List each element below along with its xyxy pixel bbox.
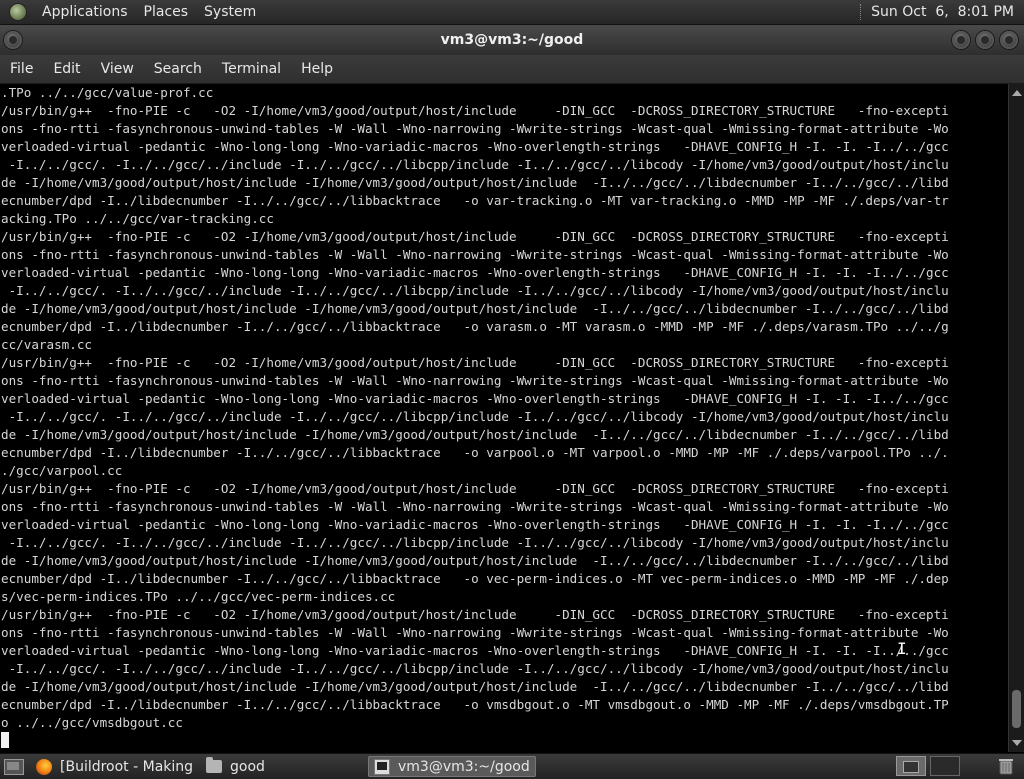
terminal-line: verloaded-virtual -pedantic -Wno-long-lo… [1, 139, 949, 154]
applications-menu[interactable]: Applications [34, 0, 136, 24]
window-titlebar[interactable]: vm3@vm3:~/good [0, 25, 1024, 55]
menu-edit[interactable]: Edit [43, 55, 90, 83]
terminal-line: -I../../gcc/. -I../../gcc/../include -I.… [1, 157, 949, 172]
clock[interactable]: Sun Oct 6, 8:01 PM [860, 4, 1024, 20]
mouse-ibeam-cursor: Ι [897, 639, 907, 658]
terminal-line: /usr/bin/g++ -fno-PIE -c -O2 -I/home/vm3… [1, 481, 949, 496]
system-menu[interactable]: System [196, 0, 264, 24]
terminal-scrollbar[interactable] [1008, 84, 1024, 752]
terminal-line: verloaded-virtual -pedantic -Wno-long-lo… [1, 391, 949, 406]
terminal-line: ons -fno-rtti -fasynchronous-unwind-tabl… [1, 373, 949, 388]
terminal-line: /usr/bin/g++ -fno-PIE -c -O2 -I/home/vm3… [1, 607, 949, 622]
terminal-line: ecnumber/dpd -I../libdecnumber -I../../g… [1, 319, 949, 334]
terminal-line: de -I/home/vm3/good/output/host/include … [1, 175, 949, 190]
terminal-line: de -I/home/vm3/good/output/host/include … [1, 427, 949, 442]
terminal-line: ons -fno-rtti -fasynchronous-unwind-tabl… [1, 499, 949, 514]
scroll-down-arrow-icon[interactable] [1012, 740, 1022, 746]
maximize-button[interactable] [976, 31, 994, 49]
workspace-2-button[interactable] [930, 756, 960, 776]
terminal-line: verloaded-virtual -pedantic -Wno-long-lo… [1, 265, 949, 280]
terminal-line: cc/varasm.cc [1, 337, 92, 352]
workspace-1-button[interactable] [896, 756, 926, 776]
terminal-line: /usr/bin/g++ -fno-PIE -c -O2 -I/home/vm3… [1, 355, 949, 370]
text-cursor [1, 732, 9, 748]
terminal-line: de -I/home/vm3/good/output/host/include … [1, 679, 949, 694]
terminal-line: de -I/home/vm3/good/output/host/include … [1, 553, 949, 568]
top-panel: Applications Places System Sun Oct 6, 8:… [0, 0, 1024, 25]
bottom-taskbar: [Buildroot - Making ... good vm3@vm3:~/g… [0, 753, 1024, 779]
folder-icon [206, 757, 222, 773]
clock-separator [860, 4, 863, 20]
clock-text: Sun Oct 6, 8:01 PM [871, 4, 1014, 20]
terminal-line: -I../../gcc/. -I../../gcc/../include -I.… [1, 283, 949, 298]
terminal-line: ons -fno-rtti -fasynchronous-unwind-tabl… [1, 121, 949, 136]
menu-search[interactable]: Search [144, 55, 212, 83]
menu-file[interactable]: File [0, 55, 43, 83]
places-menu[interactable]: Places [136, 0, 197, 24]
trash-icon[interactable] [998, 757, 1014, 775]
scrollbar-thumb[interactable] [1012, 690, 1021, 728]
taskbar-item-folder[interactable]: good [200, 756, 364, 777]
terminal-line: ecnumber/dpd -I../libdecnumber -I../../g… [1, 445, 949, 460]
menu-help[interactable]: Help [291, 55, 343, 83]
firefox-icon [36, 758, 52, 775]
terminal-line: verloaded-virtual -pedantic -Wno-long-lo… [1, 643, 949, 658]
terminal-line: ecnumber/dpd -I../libdecnumber -I../../g… [1, 193, 949, 208]
window-menu-button[interactable] [4, 31, 22, 49]
taskbar-item-browser[interactable]: [Buildroot - Making ... [30, 756, 196, 777]
terminal-line: -I../../gcc/. -I../../gcc/../include -I.… [1, 409, 949, 424]
menu-view[interactable]: View [91, 55, 144, 83]
terminal-line: ./gcc/varpool.cc [1, 463, 123, 478]
terminal-line: /usr/bin/g++ -fno-PIE -c -O2 -I/home/vm3… [1, 103, 949, 118]
taskbar-item-label: vm3@vm3:~/good [398, 758, 530, 775]
close-button[interactable] [1000, 31, 1018, 49]
terminal-line: verloaded-virtual -pedantic -Wno-long-lo… [1, 517, 949, 532]
terminal-line: ons -fno-rtti -fasynchronous-unwind-tabl… [1, 625, 949, 640]
terminal-output[interactable]: .TPo ../../gcc/value-prof.cc /usr/bin/g+… [0, 84, 1008, 752]
terminal-line: s/vec-perm-indices.TPo ../../gcc/vec-per… [1, 589, 396, 604]
terminal-line: acking.TPo ../../gcc/var-tracking.cc [1, 211, 274, 226]
terminal-line: -I../../gcc/. -I../../gcc/../include -I.… [1, 535, 949, 550]
terminal-line: o ../../gcc/vmsdbgout.cc [1, 715, 183, 730]
taskbar-item-label: good [230, 758, 265, 775]
minimize-button[interactable] [952, 31, 970, 49]
taskbar-item-terminal[interactable]: vm3@vm3:~/good [368, 756, 536, 777]
terminal-line: /usr/bin/g++ -fno-PIE -c -O2 -I/home/vm3… [1, 229, 949, 244]
terminal-line: .TPo ../../gcc/value-prof.cc [1, 85, 214, 100]
terminal-line: de -I/home/vm3/good/output/host/include … [1, 301, 949, 316]
terminal-icon [374, 758, 390, 775]
terminal-line: ecnumber/dpd -I../libdecnumber -I../../g… [1, 571, 949, 586]
window-title: vm3@vm3:~/good [440, 32, 584, 48]
scroll-up-arrow-icon[interactable] [1012, 90, 1022, 96]
menu-terminal[interactable]: Terminal [212, 55, 291, 83]
menubar: File Edit View Search Terminal Help [0, 55, 1024, 84]
terminal-line: -I../../gcc/. -I../../gcc/../include -I.… [1, 661, 949, 676]
distro-logo-icon[interactable] [10, 4, 26, 20]
terminal-line: ecnumber/dpd -I../libdecnumber -I../../g… [1, 697, 949, 712]
terminal-prompt-line[interactable] [0, 732, 1008, 750]
terminal-line: ons -fno-rtti -fasynchronous-unwind-tabl… [1, 247, 949, 262]
taskbar-item-label: [Buildroot - Making ... [60, 758, 196, 775]
show-desktop-button[interactable] [4, 758, 24, 775]
